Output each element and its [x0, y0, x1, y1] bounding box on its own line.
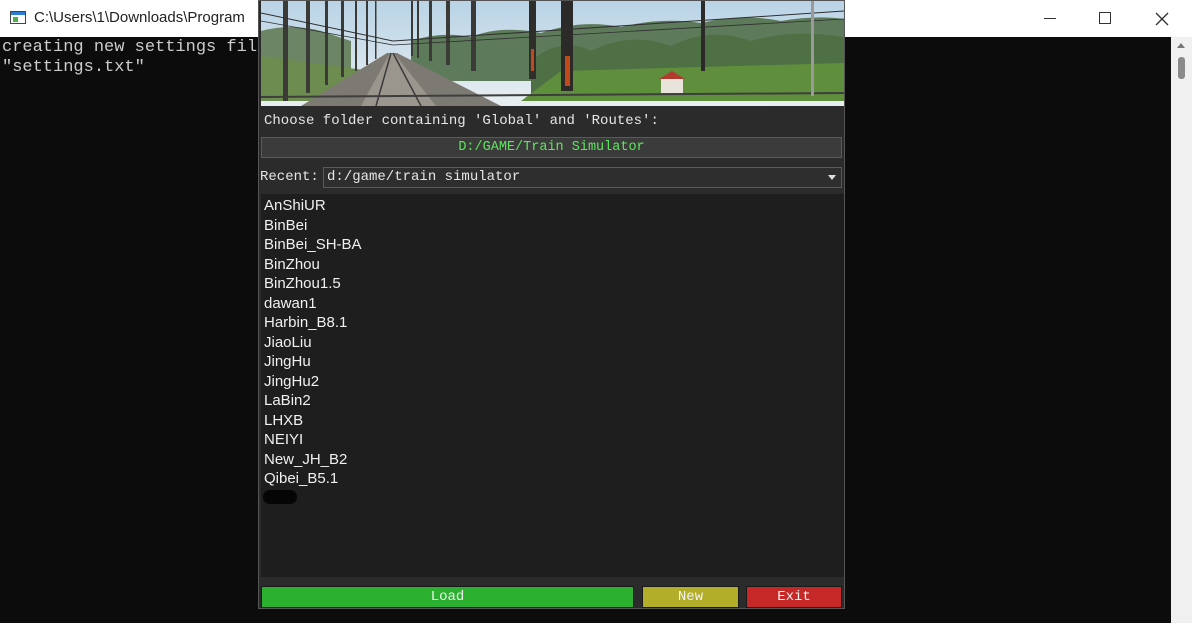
console-title: C:\Users\1\Downloads\Program — [34, 9, 245, 26]
railway-banner-image — [261, 1, 844, 106]
recent-dropdown[interactable]: d:/game/train simulator — [323, 167, 842, 188]
route-item[interactable]: New_JH_B2 — [264, 450, 347, 470]
scroll-up-icon[interactable] — [1177, 43, 1185, 48]
route-item[interactable]: dawan1 — [264, 294, 317, 314]
route-item[interactable]: BinBei — [264, 216, 307, 236]
close-icon — [1155, 12, 1169, 26]
route-item[interactable]: BinZhou — [264, 255, 320, 275]
dropdown-arrow-icon[interactable] — [828, 175, 836, 180]
route-item[interactable]: LHXB — [264, 411, 303, 431]
close-button[interactable] — [1134, 0, 1190, 37]
route-item[interactable]: AnShiUR — [264, 196, 326, 216]
route-item[interactable]: NEIYI — [264, 430, 303, 450]
console-line: "settings.txt" — [2, 58, 145, 77]
route-item[interactable]: Qibei_B5.1 — [264, 469, 338, 489]
route-item[interactable]: Harbin_B8.1 — [264, 313, 347, 333]
console-scrollbar[interactable] — [1171, 37, 1192, 623]
route-item[interactable]: JingHu2 — [264, 372, 319, 392]
route-selector-dialog: Choose folder containing 'Global' and 'R… — [258, 0, 845, 609]
route-item[interactable]: BinBei_SH-BA — [264, 235, 362, 255]
recent-selected-value: d:/game/train simulator — [327, 169, 521, 185]
choose-folder-label: Choose folder containing 'Global' and 'R… — [264, 113, 659, 129]
minimize-button[interactable] — [1022, 0, 1078, 37]
route-item[interactable]: JiaoLiu — [264, 333, 312, 353]
recent-label: Recent: — [260, 169, 319, 185]
route-item[interactable]: LaBin2 — [264, 391, 311, 411]
route-list[interactable]: AnShiUR BinBei BinBei_SH-BA BinZhou BinZ… — [261, 194, 844, 577]
folder-path-button[interactable]: D:/GAME/Train Simulator — [261, 137, 842, 158]
maximize-button[interactable] — [1077, 0, 1133, 37]
load-button[interactable]: Load — [261, 586, 634, 608]
route-item[interactable]: JingHu — [264, 352, 311, 372]
new-button[interactable]: New — [642, 586, 739, 608]
scrollbar-thumb[interactable] — [1178, 57, 1185, 79]
console-line: creating new settings file — [2, 38, 268, 57]
redacted-route-item[interactable] — [263, 490, 297, 504]
exit-button[interactable]: Exit — [746, 586, 842, 608]
console-output: creating new settings file "settings.txt" — [2, 38, 267, 78]
route-item[interactable]: BinZhou1.5 — [264, 274, 341, 294]
console-app-icon — [10, 11, 26, 24]
